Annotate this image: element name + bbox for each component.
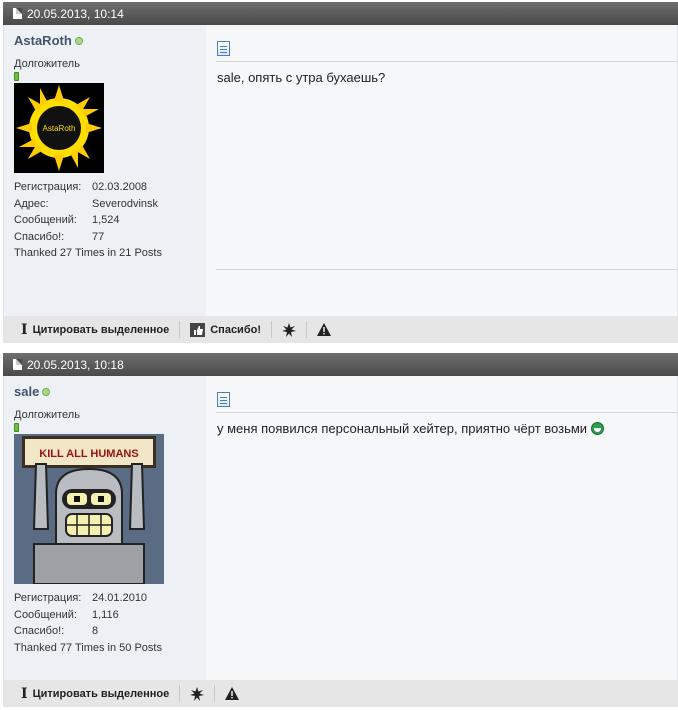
reputation-icon	[14, 72, 19, 81]
post-date: 20.05.2013, 10:18	[27, 357, 124, 372]
post-date: 20.05.2013, 10:14	[27, 6, 124, 21]
post-header: 20.05.2013, 10:14	[3, 2, 678, 25]
post-content: sale, опять с утра бухаешь?	[206, 25, 677, 316]
post-toolbar: I Цитировать выделенное Спасибо!	[3, 316, 678, 343]
thanked-info: Thanked 77 Times in 50 Posts	[14, 641, 162, 654]
username-link[interactable]: sale	[14, 384, 39, 399]
avatar-text: AstaRoth	[43, 124, 76, 133]
post-toolbar: I Цитировать выделенное	[3, 680, 678, 707]
avatar[interactable]: AstaRoth	[14, 83, 104, 173]
thumbs-up-icon	[190, 322, 206, 337]
user-stats: Регистрация: 24.01.2010 Сообщений: 1,116 С…	[14, 590, 196, 656]
user-stats: Регистрация: 02.03.2008 Адрес: Severodvins…	[14, 179, 196, 262]
burst-icon	[190, 686, 205, 701]
report-ban-button[interactable]	[190, 685, 216, 702]
grin-smiley-icon	[590, 422, 604, 435]
online-status-icon	[42, 387, 51, 396]
report-post-button[interactable]	[225, 685, 249, 702]
quote-selected-button[interactable]: I Цитировать выделенное	[21, 321, 181, 338]
quote-selected-button[interactable]: I Цитировать выделенное	[21, 685, 181, 702]
message-icon	[217, 41, 230, 56]
thanked-info: Thanked 27 Times in 21 Posts	[14, 247, 162, 259]
report-post-button[interactable]	[317, 321, 341, 338]
post-date-icon	[13, 8, 22, 19]
online-status-icon	[74, 36, 83, 45]
warning-icon	[317, 323, 331, 336]
post-header: 20.05.2013, 10:18	[3, 353, 678, 376]
username-link[interactable]: AstaRoth	[14, 33, 72, 48]
report-ban-button[interactable]	[282, 321, 307, 338]
user-info-panel: AstaRoth Долгожитель AstaRoth Регистраци…	[4, 25, 206, 316]
user-info-panel: sale Долгожитель KILL ALL HUMANS Регистр…	[4, 376, 206, 680]
message-icon	[217, 392, 230, 407]
message-text: sale, опять с утра бухаешь?	[217, 70, 386, 85]
thanks-button[interactable]: Спасибо!	[190, 321, 272, 338]
avatar-sign-text: KILL ALL HUMANS	[39, 448, 138, 460]
text-cursor-icon: I	[21, 321, 28, 338]
user-title: Долгожитель	[14, 409, 80, 421]
post-date-icon	[13, 359, 22, 370]
warning-icon	[225, 687, 240, 700]
burst-icon	[282, 322, 296, 337]
message-text: у меня появился персональный хейтер, при…	[217, 421, 604, 436]
reputation-icon	[14, 423, 19, 432]
post-1: 20.05.2013, 10:14 AstaRoth Долгожитель A…	[3, 2, 678, 343]
post-2: 20.05.2013, 10:18 sale Долгожитель KILL …	[3, 353, 678, 707]
avatar[interactable]: KILL ALL HUMANS	[14, 434, 164, 584]
text-cursor-icon: I	[21, 685, 28, 702]
user-title: Долгожитель	[14, 58, 80, 70]
post-content: у меня появился персональный хейтер, при…	[206, 376, 677, 680]
